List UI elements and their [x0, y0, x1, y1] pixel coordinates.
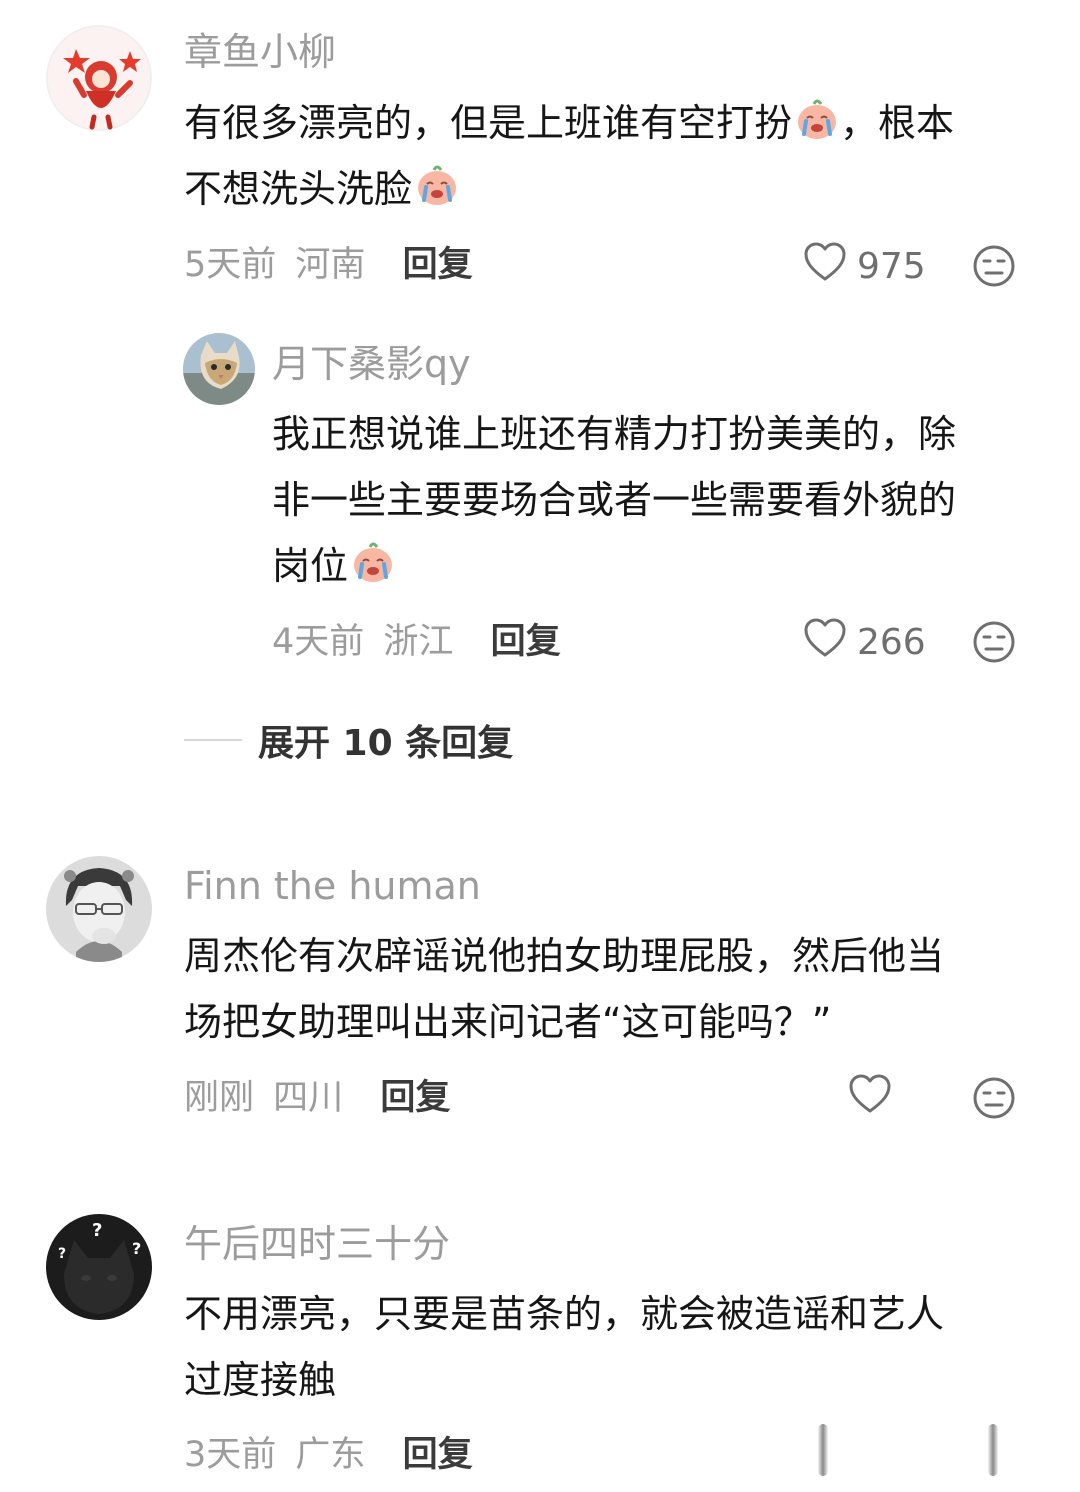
expand-replies-label: 展开 10 条回复 — [258, 723, 514, 764]
avatar[interactable]: ? ? ? — [46, 1214, 152, 1320]
meh-face-icon[interactable] — [972, 1076, 1016, 1120]
comment-text: 有很多漂亮的，但是上班谁有空打扮 ，根本 不想洗头洗脸 — [184, 90, 1044, 222]
comment-time: 刚刚 — [184, 1078, 255, 1118]
dislike-button[interactable] — [988, 1424, 998, 1476]
comment-text: 我正想说谁上班还有精力打扮美美的，除 非一些主要要场合或者一些需要看外貌的 岗位 — [272, 401, 1052, 599]
comment-meta: 3天前 广东 回复 — [184, 1433, 473, 1477]
comment-time: 4天前 — [272, 622, 365, 662]
crying-peach-emoji — [350, 539, 396, 605]
reply-button[interactable]: 回复 — [403, 245, 473, 285]
heart-outline-icon — [803, 618, 847, 667]
like-count: 266 — [857, 621, 926, 663]
comment-text-line: ，根本 — [840, 101, 955, 145]
username[interactable]: Finn the human — [184, 862, 481, 910]
comment-text: 周杰伦有次辟谣说他拍女助理屁股，然后他当 场把女助理叫出来问记者“这可能吗？” — [184, 923, 1044, 1055]
meh-face-icon[interactable] — [972, 244, 1016, 288]
reply-button[interactable]: 回复 — [380, 1078, 450, 1118]
comment-meta: 刚刚 四川 回复 — [184, 1076, 450, 1120]
heart-outline-icon — [803, 242, 847, 291]
username[interactable]: 章鱼小柳 — [184, 28, 336, 76]
comment-location: 广东 — [295, 1435, 366, 1475]
avatar[interactable] — [46, 25, 152, 131]
divider — [184, 739, 242, 741]
like-button[interactable] — [818, 1424, 828, 1476]
like-button[interactable] — [848, 1074, 892, 1122]
avatar[interactable] — [46, 856, 152, 962]
comment-text-line: 不用漂亮，只要是苗条的，就会被造谣和艺人 — [184, 1292, 945, 1336]
comment-time: 3天前 — [184, 1435, 277, 1475]
comment-meta: 5天前 河南 回复 — [184, 243, 473, 287]
comment-text: 不用漂亮，只要是苗条的，就会被造谣和艺人 过度接触 — [184, 1281, 1044, 1413]
svg-text:?: ? — [58, 1246, 66, 1262]
reply-button[interactable]: 回复 — [491, 622, 561, 662]
reply-button[interactable]: 回复 — [403, 1435, 473, 1475]
crying-peach-emoji — [414, 162, 460, 228]
comment-text-line: 场把女助理叫出来问记者“这可能吗？” — [184, 1000, 832, 1044]
meh-face-icon[interactable] — [972, 620, 1016, 664]
username[interactable]: 月下桑影qy — [272, 340, 471, 388]
like-count: 975 — [857, 245, 926, 287]
crying-peach-emoji — [794, 96, 840, 162]
like-button[interactable]: 975 — [803, 242, 926, 290]
comment-text-line: 不想洗头洗脸 — [184, 167, 413, 211]
heart-outline-icon — [848, 1074, 892, 1123]
svg-text:?: ? — [92, 1220, 102, 1241]
comment-meta: 4天前 浙江 回复 — [272, 620, 561, 664]
comment-text-line: 有很多漂亮的，但是上班谁有空打扮 — [184, 101, 793, 145]
expand-replies-button[interactable]: 展开 10 条回复 — [184, 716, 513, 764]
comment-time: 5天前 — [184, 245, 277, 285]
comment-text-line: 周杰伦有次辟谣说他拍女助理屁股，然后他当 — [184, 934, 945, 978]
comment-location: 四川 — [273, 1078, 344, 1118]
comment-location: 浙江 — [383, 622, 454, 662]
avatar[interactable] — [183, 333, 255, 405]
like-button[interactable]: 266 — [803, 618, 926, 666]
comment-text-line: 过度接触 — [184, 1358, 337, 1402]
comment-location: 河南 — [295, 245, 366, 285]
comment-text-line: 非一些主要要场合或者一些需要看外貌的 — [272, 478, 957, 522]
username[interactable]: 午后四时三十分 — [184, 1220, 450, 1268]
comment-text-line: 岗位 — [272, 544, 349, 588]
comment-text-line: 我正想说谁上班还有精力打扮美美的，除 — [272, 412, 957, 456]
svg-text:?: ? — [132, 1239, 141, 1258]
